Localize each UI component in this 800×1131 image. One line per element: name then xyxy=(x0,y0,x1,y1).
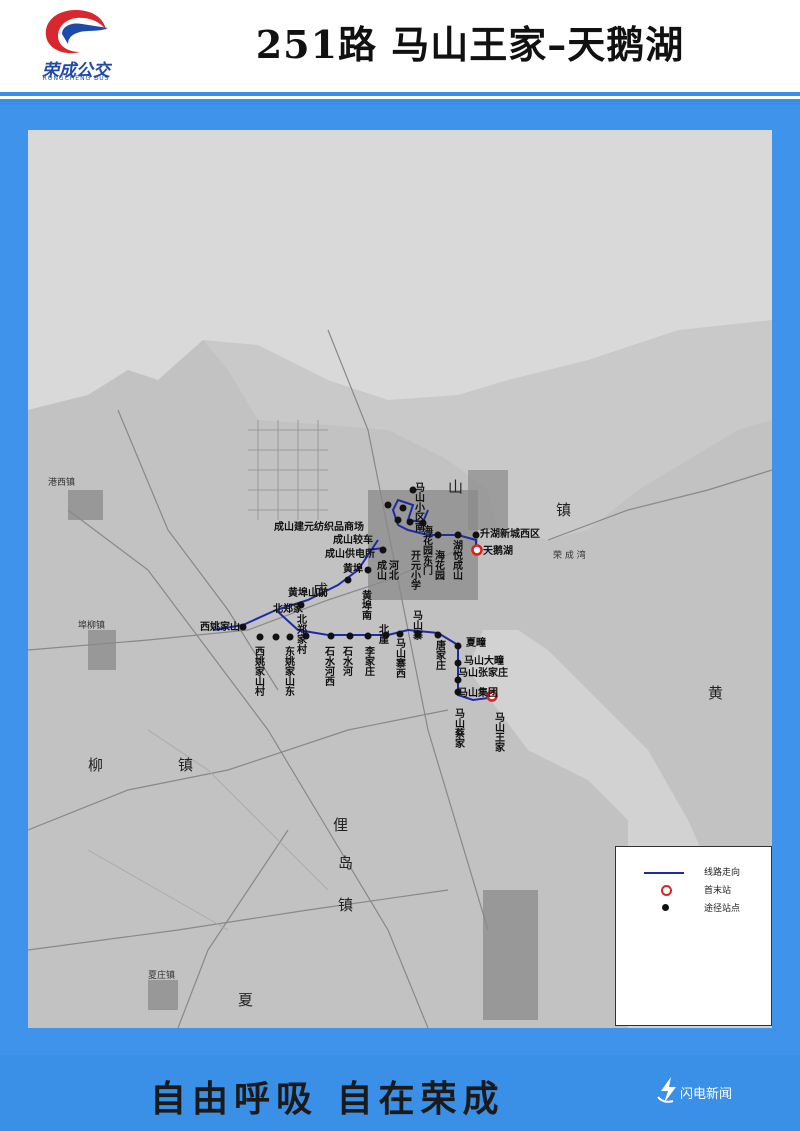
station-label: 西姚家山 xyxy=(200,620,240,633)
route-line-swatch xyxy=(644,872,684,874)
region-label: 镇 xyxy=(338,896,353,914)
region-label: 夏庄镇 xyxy=(148,969,175,981)
station-label: 成山建元纺织品商场 xyxy=(274,520,364,533)
region-label: 镇 xyxy=(556,501,571,519)
region-label: 柳 xyxy=(88,756,103,774)
region-label: 埠柳镇 xyxy=(78,619,105,631)
map-legend: 线路走向 首末站 途径站点 xyxy=(615,846,772,1026)
region-label: 港西镇 xyxy=(48,476,75,488)
legend-row-route: 线路走向 xyxy=(616,863,771,883)
station-label: 黄埠山前 xyxy=(288,586,328,599)
station-label: 北崖 xyxy=(377,623,389,645)
logo-swirl-icon xyxy=(45,10,108,54)
footer-slogan: 自由呼吸 自在荣成 xyxy=(150,1078,505,1120)
rongcheng-bus-logo: 荣成公交 RONGCHENG BUS xyxy=(22,6,130,82)
station-label-mashan-wangjia: 马山王家 xyxy=(493,712,505,753)
route-map[interactable]: 成 山 镇 柳 镇 俚 岛 镇 夏 黄 港西镇 埠柳镇 夏庄镇 荣 成 湾 天鹅… xyxy=(28,130,772,1028)
region-label: 镇 xyxy=(178,756,193,774)
station-label: 成山供电所 xyxy=(325,547,375,560)
station-label: 升湖新城西区 xyxy=(480,527,540,540)
legend-row-terminal: 首末站 xyxy=(616,881,771,901)
xiazhuang-town-block xyxy=(148,980,178,1010)
station-label: 河北 xyxy=(387,560,399,581)
station-label: 夏疃 xyxy=(465,636,486,649)
region-label: 俚 xyxy=(333,816,348,834)
footer-brand: 闪电新闻 xyxy=(680,1087,733,1102)
region-label: 荣 成 湾 xyxy=(553,549,586,561)
station-label: 成山 xyxy=(375,559,387,581)
station-label: 黄埠 xyxy=(343,562,363,575)
station-label: 海花园东门 xyxy=(421,524,433,576)
south-port-block xyxy=(483,890,538,1020)
station-label: 海花园 xyxy=(433,549,445,581)
route-title: 251路 马山王家–天鹅湖 xyxy=(255,22,685,67)
region-label: 山 xyxy=(448,478,463,496)
chengshan-town-block xyxy=(468,470,508,530)
station-label: 马山张家庄 xyxy=(458,666,508,679)
gangxi-town-block xyxy=(68,490,103,520)
header-stripe xyxy=(0,92,800,96)
station-label: 马山大疃 xyxy=(464,654,504,667)
station-label: 唐家庄 xyxy=(434,639,446,671)
lightning-news-icon xyxy=(657,1077,676,1103)
legend-label-terminal: 首末站 xyxy=(704,886,732,896)
logo-subtext: RONGCHENG BUS xyxy=(42,75,110,82)
legend-label-route: 线路走向 xyxy=(704,868,741,878)
header: 荣成公交 RONGCHENG BUS 251路 马山王家–天鹅湖 xyxy=(0,0,800,90)
terminal-tianehu xyxy=(471,544,483,556)
station-label: 成山较车 xyxy=(333,533,373,546)
station-label-tianehu: 天鹅湖 xyxy=(483,544,513,557)
station-label: 黄埠南 xyxy=(360,589,372,621)
legend-label-stop: 途径站点 xyxy=(704,904,741,914)
legend-row-stop: 途径站点 xyxy=(616,899,771,919)
region-label: 夏 xyxy=(238,991,253,1009)
region-label: 黄 xyxy=(708,684,723,702)
station-label: 湖悦成山 xyxy=(451,539,463,581)
stop-dot-icon xyxy=(662,904,669,911)
station-label: 马山集团 xyxy=(458,686,498,699)
region-label: 岛 xyxy=(338,854,353,872)
terminal-ring-icon xyxy=(661,885,672,896)
station-label: 北郑家村 xyxy=(295,613,307,655)
north-sea xyxy=(28,130,772,410)
buliu-town-block xyxy=(88,630,116,670)
